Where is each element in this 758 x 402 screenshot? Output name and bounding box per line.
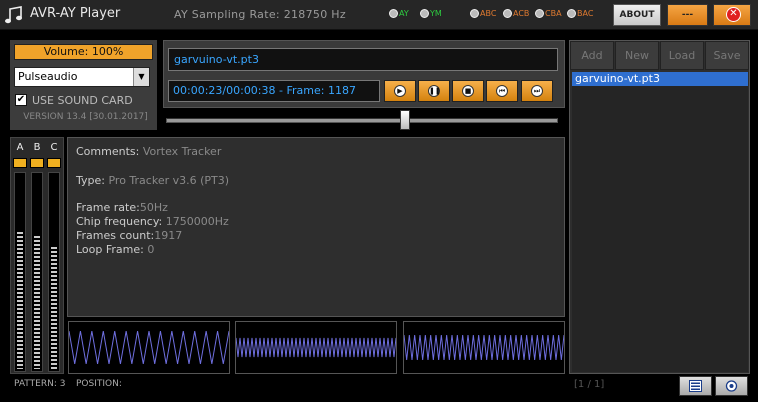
settings-button[interactable] [715,376,748,396]
playlist-page-counter: [1 / 1] [574,379,605,390]
position-label: POSITION: [76,379,122,389]
channel-b-meter [31,172,43,372]
audio-device-value: Pulseaudio [18,70,78,83]
channel-a-oscilloscope [68,321,230,374]
audio-settings-panel: Volume: 100% Pulseaudio ▼ ✔ USE SOUND CA… [10,40,157,130]
sampling-rate-label: AY Sampling Rate: 218750 Hz [174,8,346,21]
mode-ym-radio[interactable]: YM [420,9,442,18]
close-button[interactable]: ✕ [713,4,751,26]
stereo-cba-radio[interactable]: CBA [535,9,562,18]
pattern-label: PATTERN: 3 [14,379,66,389]
track-info-panel: Comments: Vortex Tracker Type: Pro Track… [67,137,565,317]
current-file-field: garvuino-vt.pt3 [168,48,558,71]
channel-a-label: A [16,142,24,153]
playlist-new-button[interactable]: New [615,41,659,70]
waveform-trace [404,334,564,361]
channel-c-oscilloscope [403,321,565,374]
time-frame-display: 00:00:23/00:00:38 - Frame: 1187 [168,80,380,102]
minimize-button[interactable]: --- [667,4,708,26]
settings-icon [725,380,738,392]
play-icon: ▶ [394,85,406,97]
channel-c-label: C [50,142,58,153]
previous-button[interactable]: ⏮ [486,80,518,102]
channel-a-level [17,232,23,369]
channel-levels-panel: A B C [10,137,64,374]
playlist-list[interactable]: garvuino-vt.pt3 [572,72,748,372]
use-sound-card-label: USE SOUND CARD [32,94,133,107]
next-button[interactable]: ⏭ [521,80,553,102]
close-icon: ✕ [726,7,741,22]
player-panel: garvuino-vt.pt3 00:00:23/00:00:38 - Fram… [163,40,565,108]
pause-button[interactable]: ❚❚ [418,80,450,102]
music-note-icon [5,6,22,24]
play-button[interactable]: ▶ [384,80,416,102]
channel-b-level [34,236,40,369]
volume-control[interactable]: Volume: 100% [14,44,153,60]
info-comments: Comments: Vortex Tracker [76,145,222,158]
channel-b-toggle[interactable] [30,158,44,168]
channel-a-meter [14,172,26,372]
channel-b-label: B [33,142,41,153]
info-frame-rate: Frame rate:50Hz [76,201,168,214]
playlist-add-button[interactable]: Add [570,41,614,70]
waveform-trace [236,337,396,358]
channel-a-toggle[interactable] [13,158,27,168]
waveform-trace [69,331,229,364]
stereo-acb-radio[interactable]: ACB [503,9,529,18]
seek-slider-thumb[interactable] [400,110,411,130]
seek-slider-track[interactable] [166,118,558,123]
title-bar: AVR-AY Player AY Sampling Rate: 218750 H… [0,0,758,30]
channel-c-meter [48,172,60,372]
stop-button[interactable]: ■ [452,80,484,102]
playlist-view-button[interactable] [679,376,712,396]
stop-icon: ■ [462,85,474,97]
playlist-save-button[interactable]: Save [705,41,749,70]
playlist-item[interactable]: garvuino-vt.pt3 [572,72,748,86]
stereo-abc-radio[interactable]: ABC [470,9,496,18]
channel-c-toggle[interactable] [47,158,61,168]
previous-icon: ⏮ [496,85,508,97]
channel-b-oscilloscope [235,321,397,374]
info-type: Type: Pro Tracker v3.6 (PT3) [76,174,230,187]
channel-c-level [51,247,57,369]
info-loop-frame: Loop Frame: 0 [76,243,155,256]
audio-device-select[interactable]: Pulseaudio ▼ [14,67,150,87]
info-frames-count: Frames count:1917 [76,229,183,242]
use-sound-card-checkbox[interactable]: ✔ [15,94,27,106]
pause-icon: ❚❚ [428,85,441,97]
playlist-panel: Add New Load Save garvuino-vt.pt3 [569,40,750,374]
about-button[interactable]: ABOUT [613,4,661,26]
playlist-load-button[interactable]: Load [660,41,704,70]
mode-ay-radio[interactable]: AY [389,9,409,18]
version-label: VERSION 13.4 [30.01.2017] [23,112,148,122]
info-chip-frequency: Chip frequency: 1750000Hz [76,215,229,228]
window-title: AVR-AY Player [30,6,121,21]
playlist-icon [689,380,702,392]
next-icon: ⏭ [531,85,543,97]
chevron-down-icon[interactable]: ▼ [133,68,149,86]
stereo-bac-radio[interactable]: BAC [567,9,593,18]
